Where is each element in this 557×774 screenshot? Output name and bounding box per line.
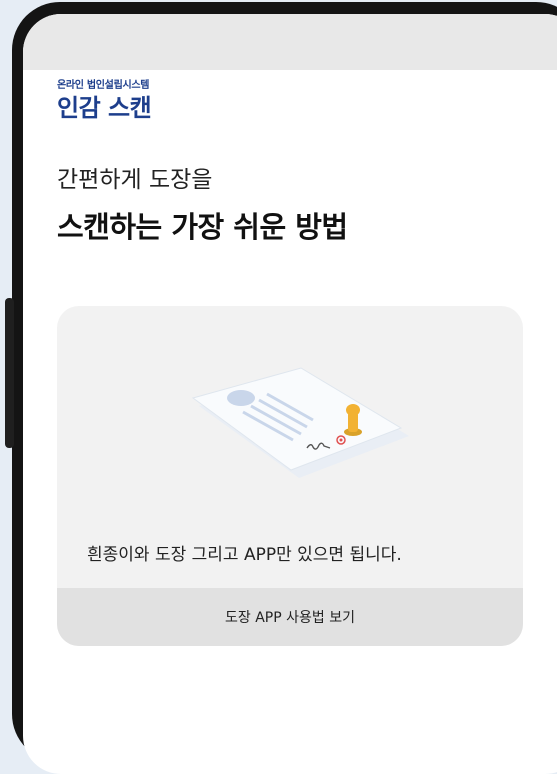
phone-screen: 온라인 법인설립시스템 인감 스캔 간편하게 도장을 스캔하는 가장 쉬운 방법 xyxy=(23,14,557,774)
headline-line-2: 스캔하는 가장 쉬운 방법 xyxy=(57,210,348,244)
card-description: 흰종이와 도장 그리고 APP만 있으면 됩니다. xyxy=(87,545,402,565)
app-guide-button[interactable]: 도장 APP 사용법 보기 xyxy=(57,588,523,646)
status-bar xyxy=(23,14,557,70)
document-with-stamp-icon xyxy=(191,367,409,478)
app-title: 인감 스캔 xyxy=(57,94,152,122)
info-card: 흰종이와 도장 그리고 APP만 있으면 됩니다. 도장 APP 사용법 보기 xyxy=(57,306,523,646)
headline-line-1: 간편하게 도장을 xyxy=(57,167,213,193)
phone-side-button xyxy=(5,298,14,448)
